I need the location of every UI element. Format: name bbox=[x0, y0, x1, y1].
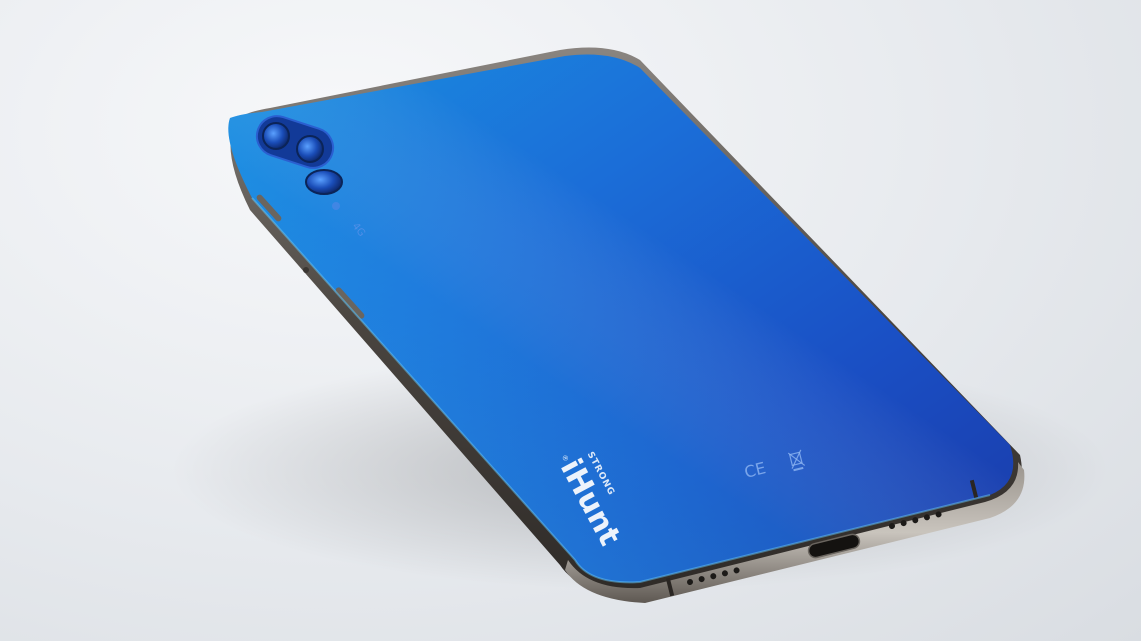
flash-icon bbox=[332, 202, 340, 210]
phone-illustration: 4G iHunt STRONG ® CE bbox=[170, 47, 1110, 603]
camera-lens-3-icon bbox=[305, 169, 343, 195]
product-photo: 4G iHunt STRONG ® CE bbox=[0, 0, 1141, 641]
camera-lens-1-icon bbox=[262, 122, 290, 150]
camera-lens-2-icon bbox=[296, 135, 324, 163]
side-port bbox=[303, 267, 309, 273]
